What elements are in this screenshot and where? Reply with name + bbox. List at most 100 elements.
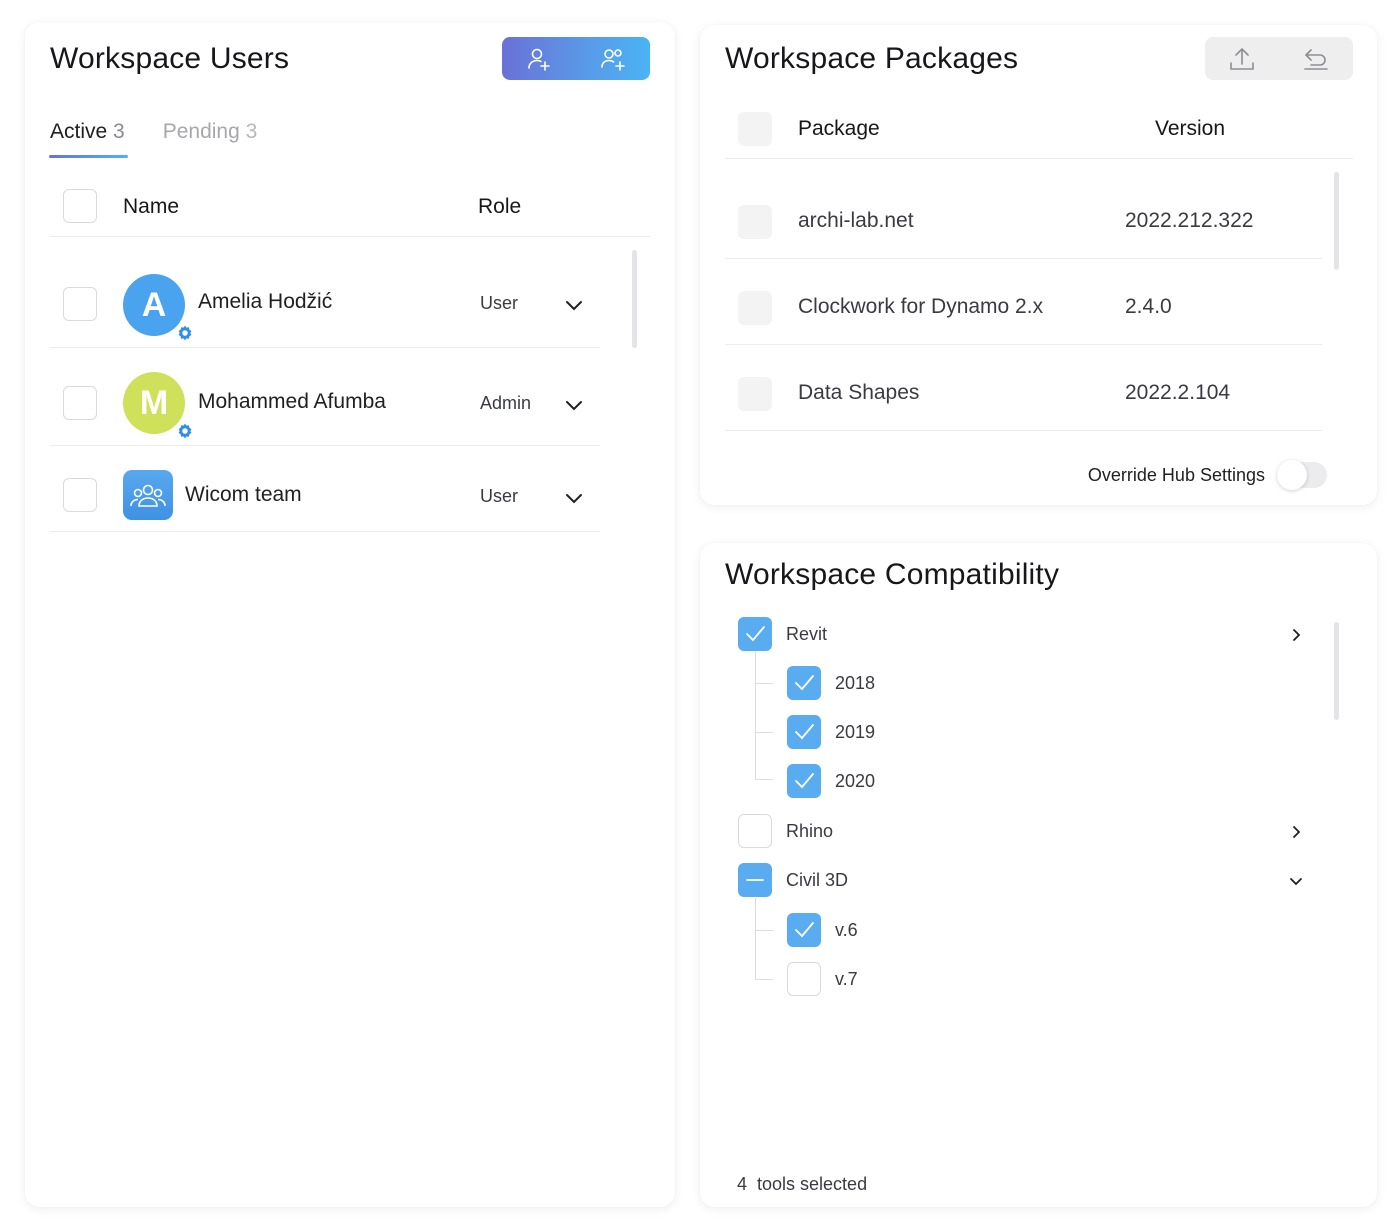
package-row[interactable]: Data Shapes 2022.2.104 [725,345,1322,431]
tab-pending[interactable]: Pending 3 [163,120,258,158]
check-icon [795,675,814,691]
tree-item-label: v.7 [835,968,858,989]
civil-3d-v6-checkbox[interactable] [787,913,821,947]
gear-icon [174,322,196,344]
tree-item-label: 2020 [835,770,876,791]
user-row-checkbox[interactable] [63,386,97,420]
tree-item-revit[interactable]: Revit [738,617,827,651]
user-name: Mohammed Afumba [198,390,386,413]
tree-item-label: Civil 3D [786,869,849,890]
package-version: 2.4.0 [1125,295,1172,318]
package-row-checkbox[interactable] [738,205,772,239]
override-hub-settings-toggle[interactable] [1277,460,1327,490]
chevron-down-icon[interactable] [562,486,586,510]
packages-table-header: Package Version [725,107,1353,159]
workspace-compatibility-panel: Workspace Compatibility Revit 2018 2019 … [700,543,1377,1207]
toggle-knob [1277,460,1307,490]
tree-connector [755,683,773,684]
users-table-header: Name Role [50,185,650,237]
chevron-down-icon[interactable] [562,293,586,317]
users-header-actions [502,37,650,80]
chevron-right-icon[interactable] [1286,625,1306,645]
tree-connector [755,898,756,980]
tree-connector [755,930,773,931]
workspace-packages-panel: Workspace Packages Package Version archi… [700,25,1377,505]
tree-item-label: v.6 [835,919,858,940]
column-role-header: Role [478,195,522,218]
user-row-checkbox[interactable] [63,287,97,321]
tree-item-label: Rhino [786,820,834,841]
column-name-header: Name [123,195,180,218]
packages-scrollbar[interactable] [1334,172,1339,270]
chevron-right-icon[interactable] [1286,822,1306,842]
user-name: Wicom team [185,483,302,506]
group-icon [130,484,166,507]
team-avatar [123,470,173,520]
compatibility-scrollbar[interactable] [1334,622,1339,720]
chevron-down-icon[interactable] [1286,871,1306,891]
package-row-checkbox[interactable] [738,291,772,325]
check-icon [795,922,814,938]
package-row[interactable]: Clockwork for Dynamo 2.x 2.4.0 [725,259,1322,345]
add-user-icon [528,48,550,71]
user-row[interactable]: A Amelia Hodžić User [50,260,600,348]
tools-selected-summary: 4 tools selected [737,1174,868,1194]
chevron-down-icon[interactable] [562,393,586,417]
package-row[interactable]: archi-lab.net 2022.212.322 [725,173,1322,259]
tab-active[interactable]: Active 3 [49,120,128,158]
user-row-checkbox[interactable] [63,478,97,512]
tab-active-count: 3 [113,120,125,143]
revit-2019-checkbox[interactable] [787,715,821,749]
avatar-initial: M [139,383,169,422]
add-user-button[interactable] [519,39,559,79]
tree-item-revit-2018[interactable]: 2018 [787,666,875,700]
tree-item-rhino[interactable]: Rhino [738,814,833,848]
invite-group-button[interactable] [593,39,633,79]
upload-button[interactable] [1222,39,1262,79]
user-row[interactable]: Wicom team User [50,446,600,532]
civil-3d-checkbox[interactable] [738,863,772,897]
packages-header-actions [1205,37,1353,80]
user-role: Admin [480,393,532,413]
tree-connector [755,979,773,980]
tree-connector [755,779,773,780]
undo-button[interactable] [1296,39,1336,79]
invite-group-icon [601,48,625,71]
civil-3d-v7-checkbox[interactable] [787,962,821,996]
check-icon [795,724,814,740]
revit-2018-checkbox[interactable] [787,666,821,700]
user-role: User [480,486,519,506]
tree-item-revit-2020[interactable]: 2020 [787,764,875,798]
user-name: Amelia Hodžić [198,290,333,313]
tree-connector [755,651,756,779]
tree-item-civil-3d-v6[interactable]: v.6 [787,913,858,947]
user-row[interactable]: M Mohammed Afumba Admin [50,348,600,446]
check-icon [795,773,814,789]
users-panel-title: Workspace Users [50,42,290,75]
tab-active-label: Active [50,120,108,143]
package-row-checkbox[interactable] [738,377,772,411]
undo-icon [1304,48,1328,70]
check-icon [746,626,765,642]
users-scrollbar[interactable] [632,250,637,348]
package-name: Clockwork for Dynamo 2.x [798,295,1044,318]
column-package-header: Package [798,117,880,140]
workspace-users-panel: Workspace Users Active 3 Pending 3 Name … [25,22,675,1207]
tree-item-civil-3d-v7[interactable]: v.7 [787,962,858,996]
revit-2020-checkbox[interactable] [787,764,821,798]
override-hub-settings-label: Override Hub Settings [1087,464,1265,485]
avatar-initial: A [141,285,167,324]
tree-item-label: 2019 [835,721,876,742]
revit-checkbox[interactable] [738,617,772,651]
select-all-users-checkbox[interactable] [63,189,97,223]
tree-item-revit-2019[interactable]: 2019 [787,715,875,749]
tab-pending-count: 3 [245,120,258,143]
minus-icon [746,879,764,881]
rhino-checkbox[interactable] [738,814,772,848]
select-all-packages-checkbox[interactable] [738,112,772,146]
tree-connector [755,732,773,733]
package-name: archi-lab.net [798,209,914,232]
tree-item-civil-3d[interactable]: Civil 3D [738,863,848,897]
compatibility-panel-title: Workspace Compatibility [725,558,1060,591]
package-version: 2022.212.322 [1125,209,1254,232]
